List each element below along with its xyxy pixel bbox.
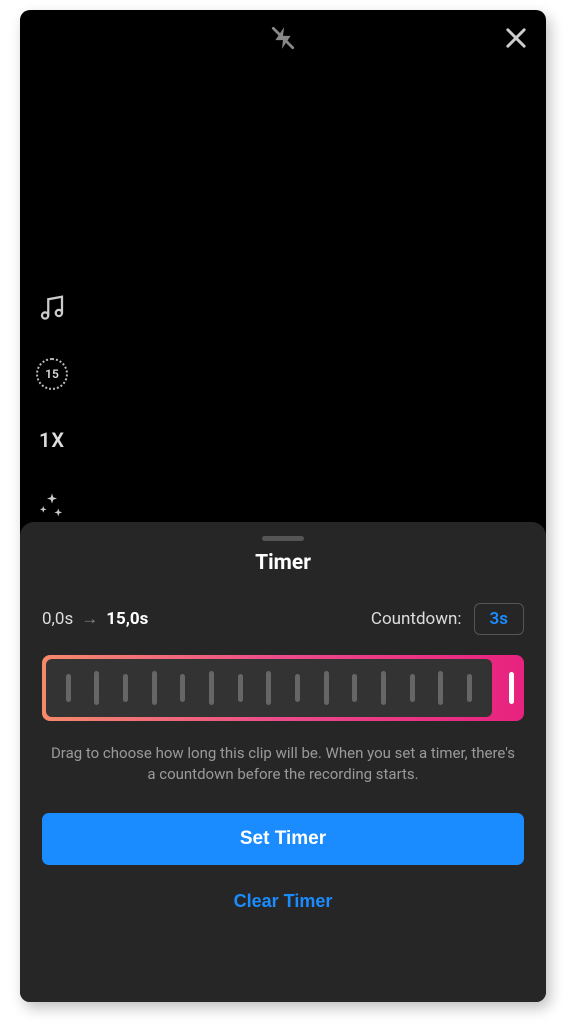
sparkles-icon[interactable] bbox=[34, 488, 70, 524]
arrow-right-icon: → bbox=[81, 609, 98, 629]
range-row: 0,0s → 15,0s Countdown: 3s bbox=[42, 603, 524, 635]
range-text: 0,0s → 15,0s bbox=[42, 609, 148, 629]
range-end: 15,0s bbox=[106, 609, 148, 629]
speed-label: 1X bbox=[39, 428, 65, 452]
flash-off-icon[interactable] bbox=[270, 23, 296, 57]
camera-screen: 15 1X Timer 0,0s → 15,0s Countdown: bbox=[20, 10, 546, 1002]
duration-slider[interactable] bbox=[42, 655, 524, 721]
sheet-title: Timer bbox=[42, 551, 524, 575]
help-text: Drag to choose how long this clip will b… bbox=[42, 743, 524, 785]
slider-tick bbox=[381, 671, 386, 705]
timer-badge-value: 15 bbox=[45, 367, 59, 381]
countdown-selector[interactable]: 3s bbox=[474, 603, 524, 635]
close-icon[interactable] bbox=[502, 24, 530, 56]
sheet-grip[interactable] bbox=[262, 536, 304, 541]
music-icon[interactable] bbox=[34, 290, 70, 326]
slider-tick bbox=[352, 674, 357, 702]
slider-track bbox=[46, 659, 492, 717]
slider-tick bbox=[324, 671, 329, 705]
timer-sheet: Timer 0,0s → 15,0s Countdown: 3s bbox=[20, 522, 546, 1002]
left-toolbar: 15 1X bbox=[34, 290, 70, 524]
slider-tick bbox=[94, 671, 99, 705]
slider-tick bbox=[123, 674, 128, 702]
countdown-group: Countdown: 3s bbox=[371, 603, 524, 635]
top-bar bbox=[20, 10, 546, 70]
clear-timer-button[interactable]: Clear Timer bbox=[42, 883, 524, 920]
slider-tick bbox=[295, 674, 300, 702]
speed-icon[interactable]: 1X bbox=[34, 422, 70, 458]
timer-15-icon[interactable]: 15 bbox=[34, 356, 70, 392]
slider-tick bbox=[266, 671, 271, 705]
slider-tick bbox=[238, 674, 243, 702]
slider-tick bbox=[66, 674, 71, 702]
range-start: 0,0s bbox=[42, 609, 73, 629]
countdown-value: 3s bbox=[490, 609, 508, 629]
slider-tick bbox=[152, 671, 157, 705]
set-timer-button[interactable]: Set Timer bbox=[42, 813, 524, 865]
slider-tick bbox=[180, 674, 185, 702]
slider-tick bbox=[209, 671, 214, 705]
slider-tick bbox=[410, 674, 415, 702]
slider-tick bbox=[438, 671, 443, 705]
slider-tick bbox=[467, 674, 472, 702]
slider-handle[interactable] bbox=[509, 672, 514, 704]
countdown-label: Countdown: bbox=[371, 609, 462, 629]
